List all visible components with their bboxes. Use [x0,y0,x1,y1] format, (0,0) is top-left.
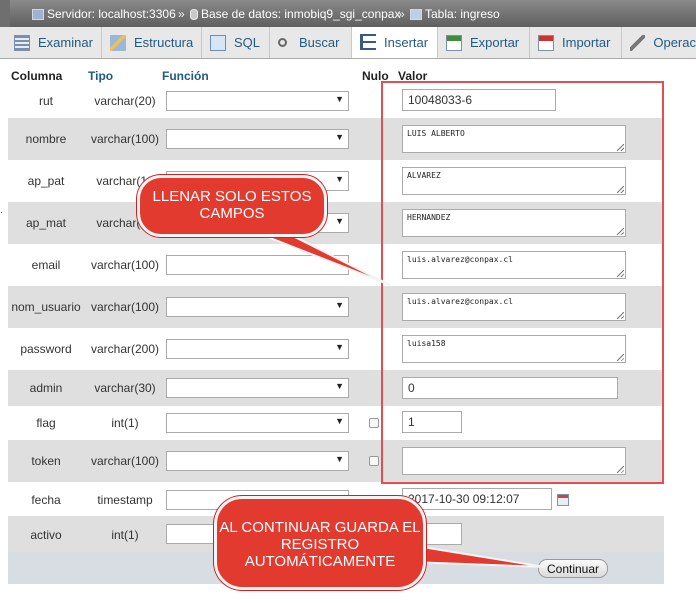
chevron-down-icon: ▼ [335,132,344,142]
tab-label: SQL [234,35,261,50]
field-type: varchar(30) [94,381,156,395]
field-name: flag [36,416,56,430]
function-select[interactable]: ▼ [166,451,349,471]
function-select[interactable]: ▼ [166,339,349,359]
tab-label: Insertar [384,34,429,50]
callout-fill-fields: LLENAR SOLO ESTOS CAMPOS [137,175,327,237]
tab-label: Examinar [38,35,93,50]
tab-label: Exportar [470,35,520,50]
server-icon [32,8,44,20]
breadcrumb-database[interactable]: Base de datos: inmobiq9_sgi_conpax [190,7,400,21]
value-input-fecha[interactable]: 2017-10-30 09:12:07 [402,488,552,510]
chevron-down-icon: ▼ [335,454,344,464]
table-icon [410,8,422,20]
chevron-down-icon: ▼ [335,342,344,352]
field-name: rut [38,94,53,108]
breadcrumb: Servidor: localhost:3306 » Base de datos… [0,0,696,27]
breadcrumb-left-cap [0,0,10,27]
tab-label: Buscar [299,35,340,50]
null-checkbox[interactable] [369,418,379,428]
header-column: Columna [11,69,63,83]
function-select[interactable]: ▼ [166,129,349,149]
wrench-icon [630,34,646,51]
left-edge-mark: . [0,205,3,216]
continuar-button[interactable]: Continuar [538,559,608,578]
function-select[interactable]: ▼ [166,91,349,111]
field-name: nom_usuario [11,300,81,314]
sql-icon [210,34,226,51]
field-type: varchar(200) [90,342,160,356]
function-select[interactable]: ▼ [166,413,349,433]
field-name: token [31,454,61,468]
tab-label: Operac [653,35,696,50]
chevron-down-icon: ▼ [335,416,344,426]
field-name: fecha [31,493,61,507]
field-type: varchar(100) [90,454,160,468]
tab-importar[interactable]: Importar [530,27,622,58]
field-name: password [20,342,72,356]
tab-operaciones[interactable]: Operac [622,27,696,58]
field-name: email [31,258,61,272]
function-select[interactable]: ▼ [166,297,349,317]
database-icon [190,8,198,20]
export-icon [446,34,462,51]
breadcrumb-table[interactable]: Tabla: ingreso [410,7,500,21]
breadcrumb-server-label[interactable]: Servidor: localhost:3306 [47,7,176,21]
import-icon [538,34,554,51]
tab-examinar[interactable]: Examinar [6,27,102,58]
breadcrumb-table-label[interactable]: Tabla: ingreso [425,7,500,21]
tab-insertar[interactable]: Insertar [352,27,438,58]
field-type: int(1) [111,528,139,542]
structure-icon [110,34,126,51]
function-select[interactable]: ▼ [166,255,349,275]
chevron-down-icon: ▼ [335,381,344,391]
tab-sql[interactable]: SQL [202,27,270,58]
highlight-box [381,81,664,484]
field-type: varchar(20) [94,94,156,108]
browse-grid-icon [14,34,30,51]
header-type[interactable]: Tipo [88,69,113,83]
field-name: admin [29,381,63,395]
field-type: timestamp [97,493,153,507]
field-name: activo [30,528,62,542]
breadcrumb-server[interactable]: Servidor: localhost:3306 [32,7,176,21]
field-type: varchar(100) [90,300,160,314]
insert-icon [360,34,376,50]
chevron-down-icon: ▼ [335,216,344,226]
function-select[interactable]: ▼ [166,378,349,398]
field-name: nombre [25,132,67,146]
field-type: varchar(100) [90,132,160,146]
breadcrumb-separator: » [178,7,185,21]
search-icon [278,38,287,47]
field-type: varchar(100) [90,258,160,272]
tab-label: Importar [562,35,611,50]
chevron-down-icon: ▼ [335,300,344,310]
tab-estructura[interactable]: Estructura [102,27,202,58]
tab-bar: Examinar Estructura SQL Buscar Insertar … [0,27,696,59]
tab-exportar[interactable]: Exportar [438,27,530,58]
breadcrumb-separator: » [398,7,405,21]
tab-buscar[interactable]: Buscar [270,27,352,58]
chevron-down-icon: ▼ [335,94,344,104]
field-type: int(1) [111,416,139,430]
breadcrumb-database-label[interactable]: Base de datos: inmobiq9_sgi_conpax [201,7,400,21]
field-name: ap_mat [25,216,67,230]
chevron-down-icon: ▼ [335,174,344,184]
header-function[interactable]: Función [162,69,209,83]
tab-label: Estructura [134,35,194,50]
calendar-icon[interactable] [557,494,569,506]
field-name: ap_pat [27,174,65,188]
callout-auto-save: AL CONTINUAR GUARDA EL REGISTRO AUTOMÁTI… [214,496,426,590]
null-checkbox[interactable] [369,456,379,466]
